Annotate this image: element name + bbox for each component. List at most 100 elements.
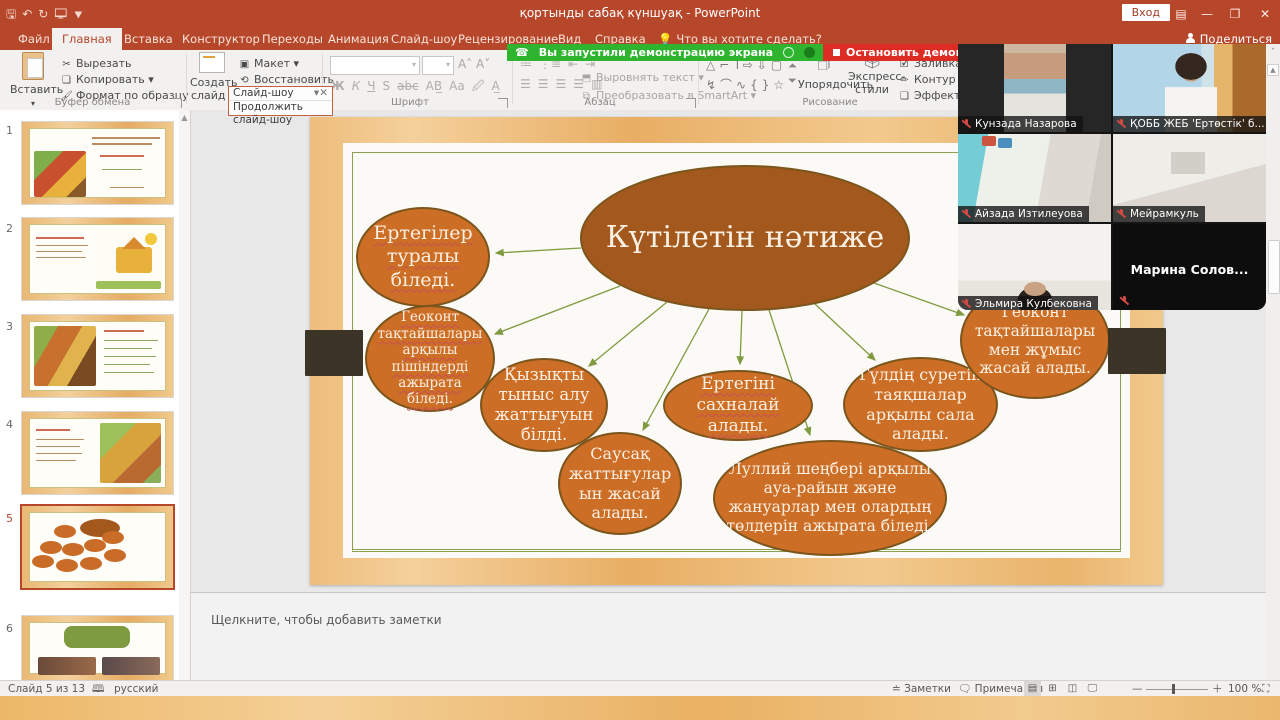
thumbnail-scrollbar[interactable]: ▲ (179, 110, 190, 680)
tab-home[interactable]: Главная (52, 28, 122, 50)
close-button[interactable]: ✕ (1250, 0, 1280, 28)
participant-name: Мейрамкуль (1130, 206, 1199, 222)
screen-share-banner: ☎ Вы запустили демонстрацию экрана Остан… (507, 44, 1028, 61)
muted-mic-icon (961, 208, 972, 220)
slide-thumbnail-4[interactable] (22, 412, 173, 494)
right-clip-decoration (1108, 328, 1166, 374)
font-format-buttons[interactable]: ЖКЧSabcАВ̲Аа🖉А̲ (330, 77, 507, 98)
slide-counter: Слайд 5 из 13 (8, 682, 85, 696)
font-name-box[interactable]: ▾ (330, 56, 420, 75)
phone-icon: ☎ (515, 46, 529, 59)
layout-icon: ▣ (238, 57, 251, 72)
reset-button[interactable]: ⟲Восстановить (238, 72, 334, 87)
slide-thumbnail-1[interactable] (22, 122, 173, 204)
shape-outline-icon: ✏ (898, 73, 911, 88)
slideshow-popup-title: Слайд-шоу (233, 87, 294, 99)
zoom-slider-track[interactable] (1146, 689, 1208, 690)
zoom-video-overlay[interactable]: Кунзада Назарова ҚОББ ЖЕБ 'Ертөстік' б..… (958, 44, 1266, 310)
change-case-button[interactable]: Аа (449, 79, 465, 93)
thumb5-center-ellipse (80, 519, 120, 537)
cut-button[interactable]: ✂Вырезать (60, 56, 131, 71)
language-indicator[interactable]: русский (114, 682, 158, 696)
normal-view-button[interactable]: ▤ (1024, 681, 1041, 697)
thumb-number-3: 3 (6, 320, 13, 333)
video-tile-elmira[interactable]: Эльмира Кулбековна (958, 224, 1111, 310)
align-center-icon[interactable]: ☰ (538, 77, 549, 91)
fit-to-window-icon[interactable]: ⛶ (1262, 682, 1269, 696)
muted-mic-icon (961, 118, 972, 130)
stop-icon (833, 49, 840, 56)
underline-button[interactable]: Ч (367, 79, 375, 93)
shape-gallery-row2[interactable]: ↯⌒∿{}☆ (706, 76, 788, 93)
video-tile-marina[interactable]: Марина Солов... (1113, 224, 1266, 310)
popup-close-icon[interactable]: ✕ (319, 87, 328, 100)
spellcheck-icon[interactable]: 🕮 (92, 682, 104, 696)
align-right-icon[interactable]: ☰ (556, 77, 567, 91)
mindmap-center-node[interactable]: Күтілетін нәтиже (580, 165, 910, 311)
mindmap-node-4[interactable]: Саусақ жаттығуларын жасай алады. (558, 432, 682, 535)
drawing-group-label: Рисование (760, 97, 900, 108)
collapse-ribbon-icon[interactable]: ˆ (1266, 48, 1280, 58)
minimize-button[interactable]: — (1192, 0, 1222, 28)
share-status: ☎ Вы запустили демонстрацию экрана (507, 44, 823, 61)
font-color-button[interactable]: А̲ (491, 79, 499, 93)
desktop-wallpaper-strip (0, 696, 1280, 720)
muted-mic-icon (1119, 295, 1130, 307)
thumb-scroll-up-icon[interactable]: ▲ (179, 110, 190, 122)
zoom-out-button[interactable]: — (1132, 682, 1143, 696)
status-bar: Слайд 5 из 13 🕮 русский ≐ Заметки 🗨 Прим… (0, 680, 1280, 697)
layout-button[interactable]: ▣Макет ▾ (238, 56, 299, 71)
shadow-button[interactable]: S (382, 79, 390, 93)
video-tile-meiramkul[interactable]: Мейрамкуль (1113, 134, 1266, 222)
video-tile-aizada[interactable]: Айзада Изтилеуова (958, 134, 1111, 222)
signin-button[interactable]: Вход (1122, 4, 1170, 21)
font-size-box[interactable]: ▾ (422, 56, 454, 75)
notes-placeholder[interactable]: Щелкните, чтобы добавить заметки (211, 613, 442, 627)
slide-thumbnail-3[interactable] (22, 315, 173, 397)
copy-icon: ❏ (60, 73, 73, 88)
notes-toggle[interactable]: ≐ Заметки (892, 682, 951, 696)
highlight-button[interactable]: 🖉 (472, 77, 485, 98)
notes-pane[interactable]: Щелкните, чтобы добавить заметки (191, 592, 1266, 681)
zoom-slider-thumb[interactable] (1172, 684, 1175, 694)
font-group-label: Шрифт (340, 97, 480, 108)
vertical-scrollbar[interactable]: ˆ ▲ (1266, 44, 1280, 680)
slide-thumbnail-2[interactable] (22, 218, 173, 300)
align-left-icon[interactable]: ☰ (520, 77, 531, 91)
video-tile-qobb[interactable]: ҚОББ ЖЕБ 'Ертөстік' б... (1113, 44, 1266, 132)
mindmap-node-2[interactable]: Геоконт тақтайшалары арқылы пішіндерді а… (365, 305, 495, 412)
scrollbar-thumb[interactable] (1268, 240, 1280, 294)
powerpoint-window: 🖫↶↻🖵⯆ қортынды сабақ күншуақ - PowerPoin… (0, 0, 1280, 720)
paste-icon (22, 52, 44, 80)
align-text-button[interactable]: ⬒Выровнять текст ▾ (580, 70, 704, 85)
char-spacing-button[interactable]: АВ̲ (426, 79, 442, 93)
muted-mic-icon (961, 298, 972, 310)
resume-slideshow-button[interactable]: Продолжить слайд-шоу (229, 101, 332, 114)
paragraph-group-label: Абзац (530, 97, 670, 108)
scroll-up-icon[interactable]: ▲ (1267, 64, 1279, 76)
strikethrough-button[interactable]: abc (397, 79, 419, 93)
slideshow-view-button[interactable]: 🖵 (1084, 681, 1101, 697)
paragraph-dialog-launcher-icon[interactable] (686, 98, 696, 108)
font-dialog-launcher-icon[interactable] (498, 98, 508, 108)
slide-sorter-view-button[interactable]: ⊞ (1044, 681, 1061, 697)
video-tile-kunzada[interactable]: Кунзада Назарова (958, 44, 1111, 132)
participant-name: Марина Солов... (1113, 262, 1266, 277)
mindmap-node-1[interactable]: Ертегілер туралы біледі. (356, 207, 490, 307)
mindmap-node-5[interactable]: Ертегіні сахналай алады. (663, 370, 813, 441)
share-message: Вы запустили демонстрацию экрана (539, 46, 773, 59)
zoom-in-button[interactable]: ＋ (1212, 682, 1223, 696)
thumb-number-6: 6 (6, 622, 13, 635)
slide-thumbnail-6[interactable] (22, 616, 173, 680)
copy-button[interactable]: ❏Копировать ▾ (60, 72, 154, 87)
clipboard-dialog-launcher-icon[interactable] (172, 98, 182, 108)
mindmap-node-6[interactable]: Луллий шеңбері арқылы ауа-райын және жан… (713, 440, 947, 556)
maximize-button[interactable]: ❐ (1220, 0, 1250, 28)
popup-dropdown-icon[interactable]: ▾ (314, 87, 319, 100)
zoom-level[interactable]: 100 % (1228, 682, 1261, 696)
reading-view-button[interactable]: ◫ (1064, 681, 1081, 697)
slide-thumbnail-5-selected[interactable] (22, 506, 173, 588)
muted-mic-icon (1116, 118, 1127, 130)
grow-font-button[interactable]: А˄ А˅ (458, 57, 490, 72)
italic-button[interactable]: К (352, 79, 361, 93)
